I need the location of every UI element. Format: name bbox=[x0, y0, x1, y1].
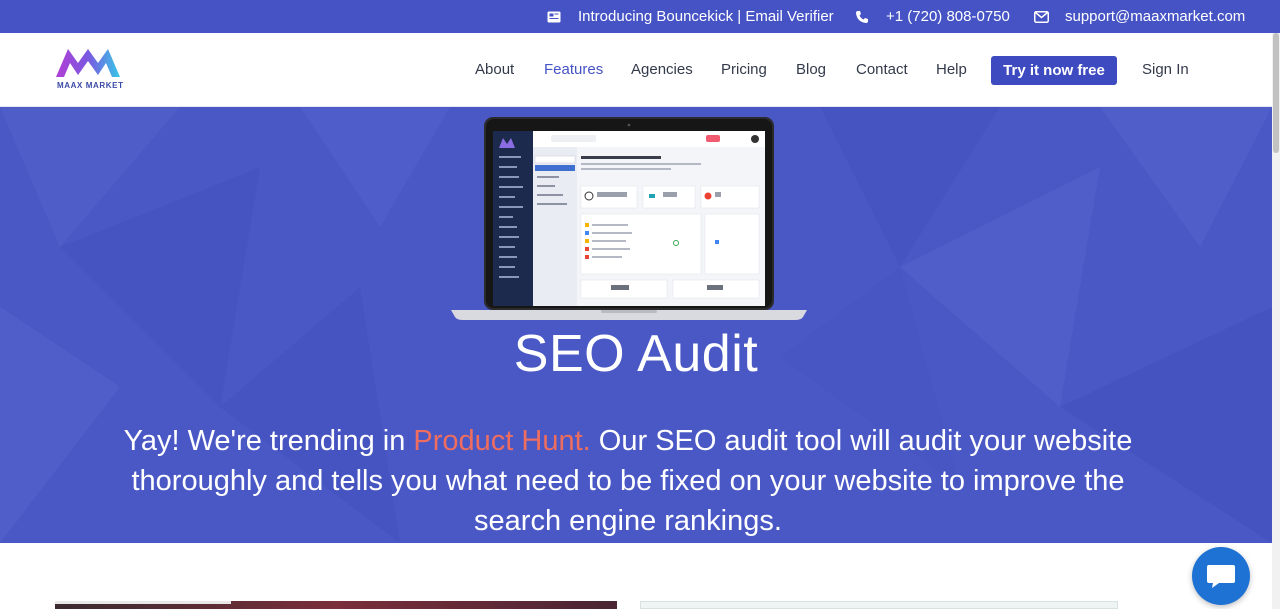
nav-help[interactable]: Help bbox=[936, 33, 967, 107]
brand-name: MAAX MARKET bbox=[57, 81, 124, 90]
hero-desc-intro: Yay! We're trending in bbox=[123, 425, 414, 457]
main-navbar: MAAX MARKET About Features Agencies Pric… bbox=[0, 33, 1272, 107]
laptop-screenshot-image bbox=[451, 117, 807, 320]
promo-text: Introducing Bouncekick | Email Verifier bbox=[578, 8, 834, 25]
nav-contact[interactable]: Contact bbox=[856, 33, 908, 107]
hero-description: Yay! We're trending in Product Hunt. Our… bbox=[120, 421, 1136, 541]
chat-widget-button[interactable] bbox=[1192, 547, 1250, 605]
promo-link[interactable]: Introducing Bouncekick | Email Verifier bbox=[546, 0, 834, 33]
nav-blog[interactable]: Blog bbox=[796, 33, 826, 107]
nav-features[interactable]: Features bbox=[544, 33, 603, 107]
feature-preview-image-right bbox=[640, 601, 1118, 609]
scrollbar-thumb[interactable] bbox=[1273, 33, 1279, 153]
feature-preview-image-left bbox=[55, 601, 617, 609]
phone-icon bbox=[854, 10, 870, 24]
top-info-bar: Introducing Bouncekick | Email Verifier … bbox=[0, 0, 1280, 33]
mail-icon bbox=[1033, 10, 1049, 24]
hero-title: SEO Audit bbox=[513, 325, 759, 383]
nav-agencies[interactable]: Agencies bbox=[631, 33, 693, 107]
page-scrollbar[interactable] bbox=[1272, 33, 1280, 609]
hero-section: SEO Audit Yay! We're trending in Product… bbox=[0, 107, 1272, 543]
product-hunt-link[interactable]: Product Hunt. bbox=[413, 425, 590, 457]
phone-link[interactable]: +1 (720) 808-0750 bbox=[854, 0, 1010, 33]
email-text: support@maaxmarket.com bbox=[1065, 8, 1246, 25]
nav-about[interactable]: About bbox=[475, 33, 514, 107]
nav-pricing[interactable]: Pricing bbox=[721, 33, 767, 107]
phone-text: +1 (720) 808-0750 bbox=[886, 8, 1010, 25]
chat-bubble-icon bbox=[1207, 565, 1235, 588]
try-free-button[interactable]: Try it now free bbox=[991, 56, 1117, 85]
email-link[interactable]: support@maaxmarket.com bbox=[1033, 0, 1245, 33]
sign-in-link[interactable]: Sign In bbox=[1142, 33, 1189, 107]
newspaper-icon bbox=[546, 10, 562, 24]
